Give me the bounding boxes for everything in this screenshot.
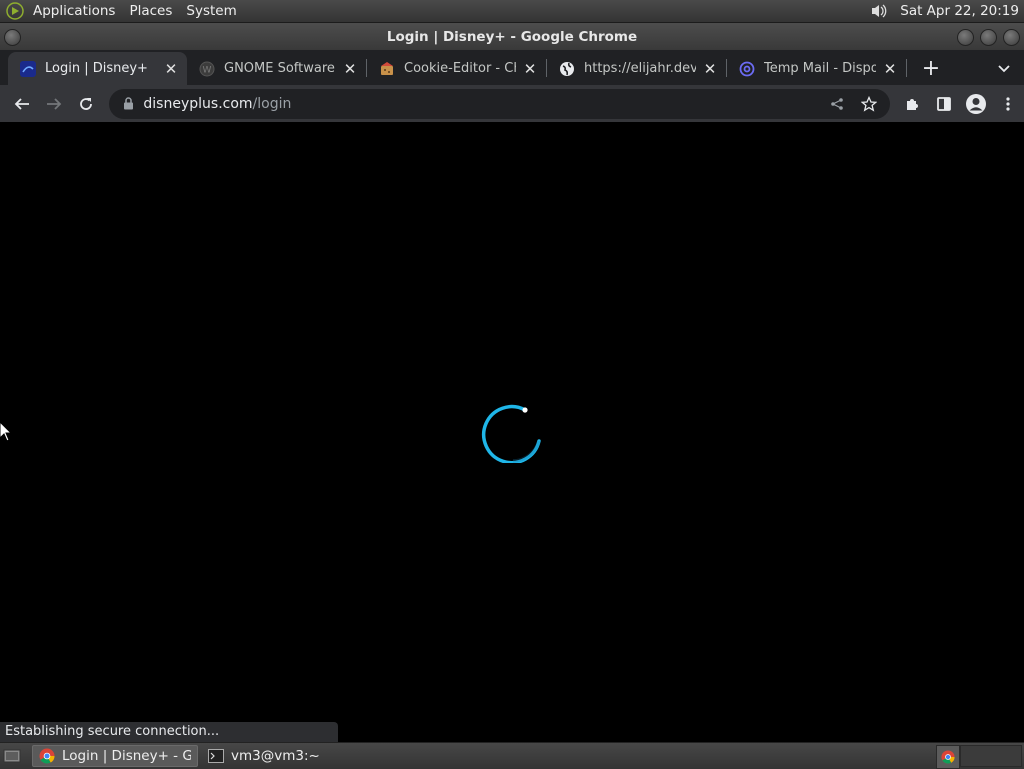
- close-icon[interactable]: ✕: [163, 60, 179, 78]
- mouse-pointer-icon: [0, 422, 12, 442]
- svg-text:W: W: [203, 65, 212, 75]
- page-content: Establishing secure connection...: [0, 122, 1024, 742]
- minimize-button[interactable]: [957, 29, 974, 46]
- tab-separator: [906, 58, 907, 77]
- tab-title: Temp Mail - Dispos: [764, 61, 876, 76]
- cookie-icon: [379, 61, 395, 77]
- at-icon: [739, 61, 755, 77]
- workspace-2[interactable]: [960, 745, 1022, 767]
- tab-search-chevron-icon[interactable]: [984, 52, 1024, 85]
- tab-title: https://elijahr.dev/p: [584, 61, 696, 76]
- chrome-icon: [39, 748, 55, 764]
- volume-icon[interactable]: [868, 3, 890, 19]
- chrome-icon: [941, 750, 955, 764]
- tab-disney-login[interactable]: Login | Disney+ ✕: [8, 52, 187, 85]
- back-arrow-icon[interactable]: [6, 88, 38, 120]
- close-icon[interactable]: ✕: [342, 60, 358, 78]
- tab-title: Cookie-Editor - Chro: [404, 61, 516, 76]
- panel-clock[interactable]: Sat Apr 22, 20:19: [890, 3, 1024, 19]
- wordpress-icon: W: [199, 61, 215, 77]
- window-titlebar[interactable]: Login | Disney+ - Google Chrome: [0, 23, 1024, 50]
- new-tab-plus-icon[interactable]: +: [913, 52, 949, 85]
- share-icon[interactable]: [824, 88, 850, 120]
- close-icon[interactable]: ✕: [882, 60, 898, 78]
- globe-icon: [559, 61, 575, 77]
- task-label: Login | Disney+ - Go...: [62, 748, 191, 764]
- show-desktop-icon[interactable]: [0, 744, 24, 768]
- tab-temp-mail[interactable]: Temp Mail - Dispos ✕: [727, 52, 906, 85]
- url-path: /login: [252, 95, 292, 112]
- system-menu[interactable]: System: [179, 3, 243, 19]
- bookmark-star-icon[interactable]: [856, 88, 882, 120]
- tab-elijahr[interactable]: https://elijahr.dev/p ✕: [547, 52, 726, 85]
- tab-cookie-editor[interactable]: Cookie-Editor - Chro ✕: [367, 52, 546, 85]
- kebab-menu-icon[interactable]: [992, 88, 1024, 120]
- address-bar[interactable]: disneyplus.com/login: [109, 88, 890, 120]
- workspace-1[interactable]: [936, 745, 960, 769]
- gnome-foot-icon[interactable]: [4, 0, 26, 22]
- side-panel-icon[interactable]: [928, 88, 960, 120]
- reload-icon[interactable]: [70, 88, 102, 120]
- tab-strip: Login | Disney+ ✕ W GNOME Software - ✕ C…: [0, 50, 1024, 85]
- places-menu[interactable]: Places: [122, 3, 179, 19]
- applications-menu[interactable]: Applications: [26, 3, 122, 19]
- close-icon[interactable]: ✕: [702, 60, 718, 78]
- top-panel: Applications Places System Sat Apr 22, 2…: [0, 0, 1024, 23]
- browser-toolbar: disneyplus.com/login: [0, 85, 1024, 122]
- window-title: Login | Disney+ - Google Chrome: [386, 28, 638, 45]
- tab-title: Login | Disney+: [45, 61, 148, 76]
- extensions-puzzle-icon[interactable]: [896, 88, 928, 120]
- close-icon[interactable]: ✕: [522, 60, 538, 78]
- lock-icon[interactable]: [121, 97, 135, 111]
- tab-title: GNOME Software -: [224, 61, 336, 76]
- loading-spinner-icon: [482, 404, 541, 463]
- profile-avatar-icon[interactable]: [960, 88, 992, 120]
- terminal-icon: [208, 748, 224, 764]
- tab-gnome-software[interactable]: W GNOME Software - ✕: [187, 52, 366, 85]
- window-menu-button[interactable]: [4, 29, 21, 46]
- disney-icon: [20, 60, 36, 77]
- maximize-button[interactable]: [980, 29, 997, 46]
- status-bubble: Establishing secure connection...: [0, 722, 338, 742]
- close-window-button[interactable]: [1003, 29, 1020, 46]
- taskbar-item-chrome[interactable]: Login | Disney+ - Go...: [32, 745, 198, 767]
- bottom-panel: Login | Disney+ - Go... vm3@vm3:~: [0, 742, 1024, 769]
- forward-arrow-icon[interactable]: [38, 88, 70, 120]
- url-host: disneyplus.com: [143, 95, 253, 112]
- task-label: vm3@vm3:~: [231, 748, 320, 764]
- taskbar-item-terminal[interactable]: vm3@vm3:~: [202, 745, 326, 767]
